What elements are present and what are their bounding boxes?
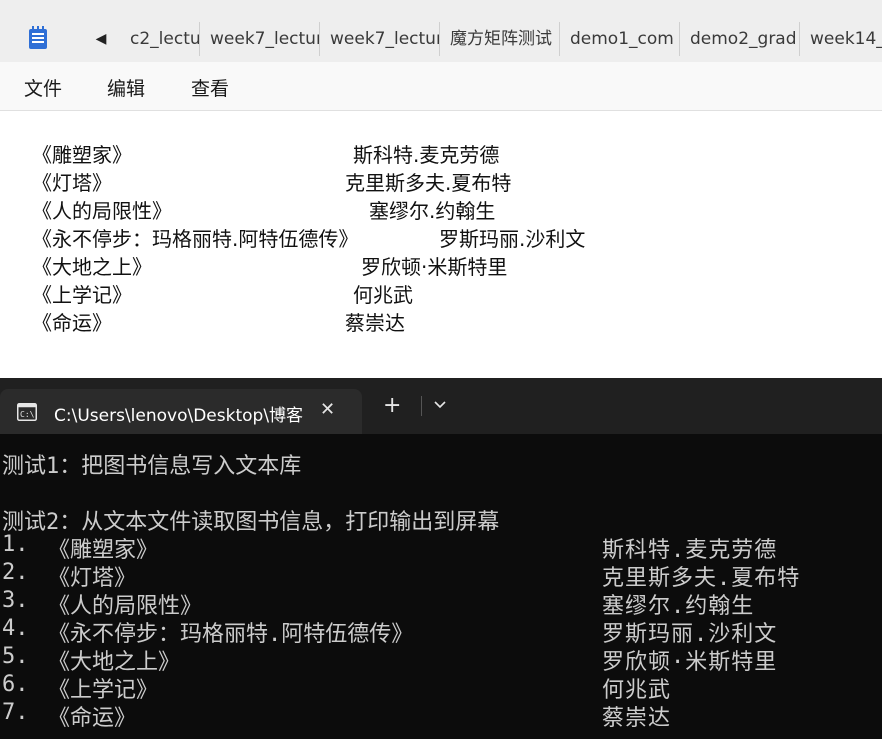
tab-file-5[interactable]: demo1_com [560,22,680,56]
notepad-menu-bar: 文件 编辑 查看 [0,62,882,111]
book-author: 罗欣顿·米斯特里 [361,255,508,279]
tab-file-7[interactable]: week14_ [800,22,882,56]
book-title: 《大地之上》 [32,255,152,279]
book-title: 《永不停步：玛格丽特.阿特伍德传》 [32,227,359,251]
book-author: 蔡崇达 [602,706,672,731]
row-number: 2. [2,560,29,585]
notepad-text-area[interactable]: 《雕塑家》 斯科特.麦克劳德 《灯塔》 克里斯多夫.夏布特 《人的局限性》 塞缪… [0,111,882,378]
notepad-tab-bar: ◀ c2_lectur week7_lectur week7_lectur 魔方… [0,0,882,62]
notepad-window: ◀ c2_lectur week7_lectur week7_lectur 魔方… [0,0,882,378]
terminal-output[interactable]: 测试1：把图书信息写入文本库 测试2：从文本文件读取图书信息，打印输出到屏幕 1… [0,434,882,739]
row-number: 5. [2,644,29,669]
menu-edit[interactable]: 编辑 [107,74,145,101]
book-author: 克里斯多夫.夏布特 [345,171,512,195]
tab-file-4[interactable]: 魔方矩阵测试 [440,22,560,56]
divider [421,396,422,416]
output-row: 2. 《灯塔》 克里斯多夫.夏布特 [0,560,882,591]
tab-file-2[interactable]: week7_lectur [200,22,320,56]
terminal-tab-title: C:\Users\lenovo\Desktop\博客 [54,406,304,426]
notepad-tabs: c2_lectur week7_lectur week7_lectur 魔方矩阵… [128,22,882,56]
terminal-tab[interactable]: C:\ C:\Users\lenovo\Desktop\博客 ✕ [0,389,362,434]
output-row: 3. 《人的局限性》 塞缪尔.约翰生 [0,588,882,619]
output-row: 1. 《雕塑家》 斯科特.麦克劳德 [0,532,882,563]
book-title: 《灯塔》 [32,171,112,195]
output-row: 6. 《上学记》 何兆武 [0,672,882,703]
book-author: 何兆武 [353,283,413,307]
row-number: 3. [2,588,29,613]
row-number: 6. [2,672,29,697]
book-author: 塞缪尔.约翰生 [369,199,496,223]
tab-file-6[interactable]: demo2_grad [680,22,800,56]
output-line: 测试1：把图书信息写入文本库 [2,454,302,479]
tab-file-1[interactable]: c2_lectur [128,22,200,56]
svg-text:C:\: C:\ [20,410,35,419]
book-author: 斯科特.麦克劳德 [353,143,500,167]
command-prompt-icon: C:\ [17,403,37,421]
terminal-tab-bar: C:\ C:\Users\lenovo\Desktop\博客 ✕ + [0,378,882,434]
book-title: 《命运》 [48,706,137,731]
tab-file-3[interactable]: week7_lectur [320,22,440,56]
row-number: 1. [2,532,29,557]
menu-file[interactable]: 文件 [24,74,62,101]
caret-left-icon[interactable]: ◀ [93,30,109,48]
close-icon[interactable]: ✕ [320,399,335,420]
output-row: 5. 《大地之上》 罗欣顿·米斯特里 [0,644,882,675]
menu-view[interactable]: 查看 [191,74,229,101]
output-row: 4. 《永不停步：玛格丽特.阿特伍德传》 罗斯玛丽.沙利文 [0,616,882,647]
new-tab-button[interactable]: + [383,394,401,418]
notepad-icon [29,26,47,49]
book-title: 《人的局限性》 [32,199,172,223]
book-title: 《命运》 [32,311,112,335]
book-author: 蔡崇达 [345,311,405,335]
book-author: 罗斯玛丽.沙利文 [439,227,586,251]
book-title: 《上学记》 [32,283,132,307]
output-row: 7. 《命运》 蔡崇达 [0,700,882,731]
terminal-window: C:\ C:\Users\lenovo\Desktop\博客 ✕ + 测试1：把… [0,378,882,739]
chevron-down-icon[interactable] [433,398,447,412]
book-title: 《雕塑家》 [32,143,132,167]
row-number: 4. [2,616,29,641]
row-number: 7. [2,700,29,725]
